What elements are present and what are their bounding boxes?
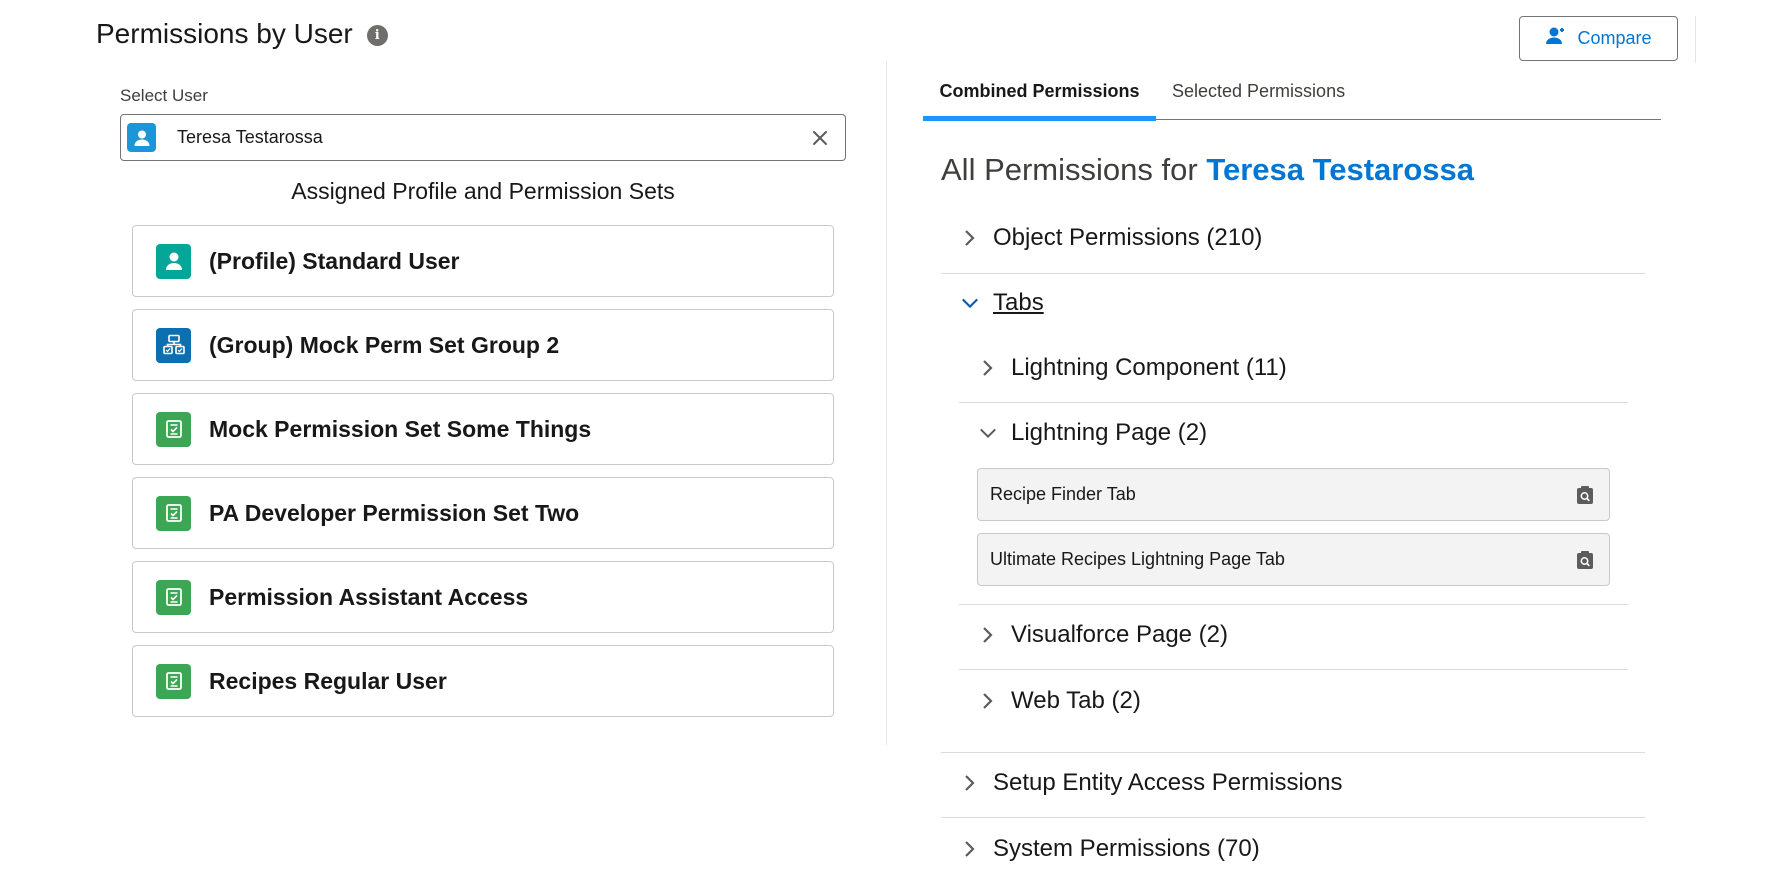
selected-user-value: Teresa Testarossa (177, 127, 323, 147)
info-icon[interactable]: i (366, 25, 388, 46)
permission-item-label: Ultimate Recipes Lightning Page Tab (990, 549, 1285, 569)
tab-combined-permissions[interactable]: Combined Permissions (923, 70, 1156, 121)
section-label: Object Permissions (210) (993, 224, 1263, 251)
section-label: System Permissions (70) (993, 835, 1260, 862)
compare-button[interactable]: Compare (1519, 16, 1678, 61)
divider (959, 402, 1628, 403)
all-permissions-user: Teresa Testarossa (1206, 152, 1474, 187)
section-object-permissions[interactable]: Object Permissions (210) (941, 224, 1645, 252)
all-permissions-heading: All Permissions for Teresa Testarossa (941, 152, 1474, 188)
chevron-right-icon (961, 229, 979, 247)
permission-item[interactable]: Ultimate Recipes Lightning Page Tab (977, 533, 1610, 586)
profile-icon (156, 243, 191, 279)
section-label: Visualforce Page (2) (1011, 621, 1229, 648)
divider (941, 817, 1645, 818)
divider (941, 752, 1645, 753)
tab-selected-permissions[interactable]: Selected Permissions (1172, 70, 1345, 120)
section-tabs[interactable]: Tabs (941, 289, 1645, 317)
assignment-card-permset[interactable]: Recipes Regular User (132, 645, 834, 717)
assignment-list: (Profile) Standard User (Group) Mock Per… (132, 225, 834, 729)
chevron-right-icon (979, 359, 997, 377)
assignment-card-profile[interactable]: (Profile) Standard User (132, 225, 834, 297)
assignment-label: Recipes Regular User (209, 667, 447, 694)
permission-set-icon (156, 663, 191, 699)
user-avatar-icon (127, 123, 156, 152)
assignment-label: Permission Assistant Access (209, 583, 529, 610)
chevron-right-icon (961, 774, 979, 792)
section-label: Web Tab (2) (1011, 687, 1141, 714)
divider (941, 273, 1645, 274)
assignment-label: (Group) Mock Perm Set Group 2 (209, 331, 560, 358)
assignment-card-permset[interactable]: PA Developer Permission Set Two (132, 477, 834, 549)
permission-tabs: Combined Permissions Selected Permission… (923, 70, 1661, 121)
active-tab-indicator (923, 116, 1156, 121)
section-lightning-component[interactable]: Lightning Component (11) (959, 354, 1628, 382)
permission-item-label: Recipe Finder Tab (990, 484, 1136, 504)
permission-item[interactable]: Recipe Finder Tab (977, 468, 1610, 521)
select-user-label: Select User (120, 86, 208, 105)
chevron-right-icon (979, 692, 997, 710)
section-lightning-page[interactable]: Lightning Page (2) (959, 419, 1628, 447)
assigned-heading: Assigned Profile and Permission Sets (291, 178, 675, 204)
page-title-text: Permissions by User (96, 18, 353, 49)
permission-set-icon (156, 495, 191, 531)
user-compare-icon (1545, 26, 1567, 51)
chevron-right-icon (979, 626, 997, 644)
assignment-label: Mock Permission Set Some Things (209, 415, 592, 442)
column-divider (886, 62, 887, 745)
clear-selection-icon[interactable] (807, 125, 833, 151)
section-visualforce-page[interactable]: Visualforce Page (2) (959, 621, 1628, 649)
user-lookup-field[interactable]: Teresa Testarossa (120, 114, 846, 161)
divider (959, 604, 1628, 605)
tab-label: Combined Permissions (939, 80, 1140, 101)
assignment-card-permset[interactable]: Permission Assistant Access (132, 561, 834, 633)
chevron-down-icon (979, 424, 997, 442)
chevron-right-icon (961, 840, 979, 858)
permission-set-group-icon (156, 327, 191, 363)
permission-set-icon (156, 411, 191, 447)
view-details-icon[interactable] (1575, 549, 1595, 571)
tab-label: Selected Permissions (1172, 80, 1346, 101)
assignment-card-group[interactable]: (Group) Mock Perm Set Group 2 (132, 309, 834, 381)
assignment-card-permset[interactable]: Mock Permission Set Some Things (132, 393, 834, 465)
section-label: Lightning Component (11) (1011, 354, 1287, 381)
chevron-down-icon (961, 294, 979, 312)
assignment-label: PA Developer Permission Set Two (209, 499, 580, 526)
section-system-permissions[interactable]: System Permissions (70) (941, 835, 1645, 863)
permission-set-icon (156, 579, 191, 615)
page-title: Permissions by User i (96, 18, 388, 50)
section-label: Setup Entity Access Permissions (993, 769, 1343, 796)
section-web-tab[interactable]: Web Tab (2) (959, 687, 1628, 715)
all-permissions-prefix: All Permissions for (941, 152, 1198, 187)
header-divider (1695, 16, 1696, 63)
divider (959, 669, 1628, 670)
section-label: Tabs (993, 289, 1044, 316)
compare-label: Compare (1577, 28, 1652, 48)
section-label: Lightning Page (2) (1011, 419, 1208, 446)
view-details-icon[interactable] (1575, 484, 1595, 506)
assignment-label: (Profile) Standard User (209, 247, 460, 274)
section-setup-entity-access[interactable]: Setup Entity Access Permissions (941, 769, 1645, 797)
